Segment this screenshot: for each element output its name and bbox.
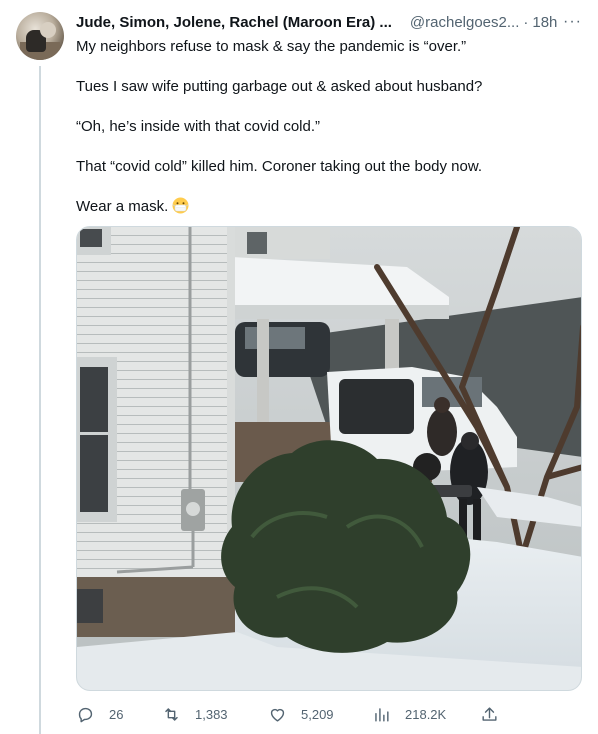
tweet-line: Wear a mask.: [76, 198, 169, 215]
tweet-text: My neighbors refuse to mask & say the pa…: [76, 37, 581, 217]
tweet-line: My neighbors refuse to mask & say the pa…: [76, 38, 467, 55]
tweet-line: Tues I saw wife putting garbage out & as…: [76, 78, 483, 95]
views-button[interactable]: 218.2K: [372, 702, 446, 726]
heart-icon: [270, 708, 285, 722]
views-bar-chart-icon: [375, 707, 389, 722]
face-with-medical-mask-emoji-icon: [172, 197, 189, 214]
retweet-icon: [165, 707, 178, 721]
share-button[interactable]: [480, 702, 499, 726]
avatar[interactable]: [16, 12, 64, 60]
like-button[interactable]: 5,209: [268, 702, 334, 726]
display-name[interactable]: Jude, Simon, Jolene, Rachel (Maroon Era)…: [76, 13, 392, 33]
tweet-line: “Oh, he’s inside with that covid cold.”: [76, 118, 321, 135]
separator-dot: ·: [523, 14, 529, 31]
tweet-actions: 26 1,383 5,209 218.2K: [76, 702, 586, 726]
tweet-last-line: Wear a mask.: [76, 197, 581, 217]
tweet-header: Jude, Simon, Jolene, Rachel (Maroon Era)…: [76, 12, 586, 34]
share-icon: [482, 706, 497, 721]
more-options-icon[interactable]: ···: [563, 12, 582, 32]
user-handle[interactable]: @rachelgoes2...: [410, 13, 519, 33]
retweet-count: 1,383: [195, 706, 228, 722]
timestamp[interactable]: 18h: [532, 13, 557, 33]
reply-button[interactable]: 26: [76, 702, 123, 726]
retweet-button[interactable]: 1,383: [162, 702, 228, 726]
tweet-line: That “covid cold” killed him. Coroner ta…: [76, 158, 483, 175]
reply-count: 26: [109, 706, 124, 722]
tweet-photo[interactable]: [76, 226, 582, 691]
reply-icon: [78, 707, 93, 722]
thread-line: [39, 66, 41, 734]
view-count: 218.2K: [405, 706, 447, 722]
like-count: 5,209: [301, 706, 334, 722]
